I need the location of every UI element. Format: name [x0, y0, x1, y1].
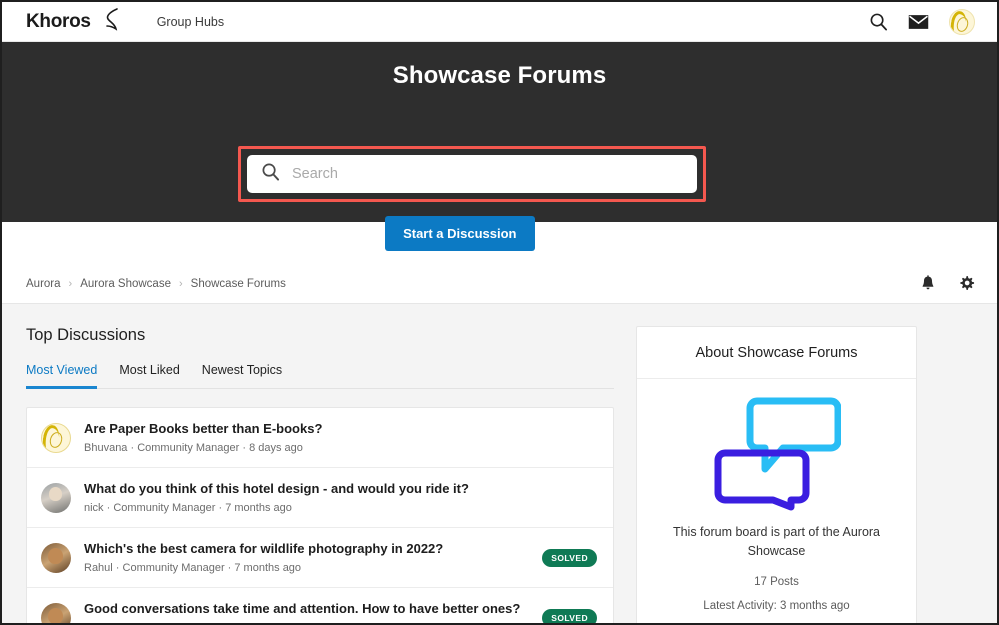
gear-icon[interactable] [958, 275, 975, 292]
discussions-list: Are Paper Books better than E-books? Bhu… [26, 407, 614, 623]
page-root: Khoros Group Hubs Showcase Forums Search… [0, 0, 999, 625]
discussion-body: Are Paper Books better than E-books? Bhu… [84, 421, 597, 454]
avatar [41, 482, 71, 513]
list-item[interactable]: What do you think of this hotel design -… [27, 468, 613, 528]
search-input[interactable]: Search [247, 155, 697, 193]
speech-bubbles-icon [655, 395, 898, 513]
search-icon[interactable] [869, 12, 888, 31]
primary-nav-links: Group Hubs [157, 15, 224, 29]
khoros-swoosh-icon [95, 6, 121, 37]
about-card-description: This forum board is part of the Aurora S… [672, 525, 881, 559]
brand-name: Khoros [26, 10, 91, 32]
discussion-title[interactable]: Are Paper Books better than E-books? [84, 421, 597, 436]
discussion-title[interactable]: What do you think of this hotel design -… [84, 481, 597, 496]
top-navigation-bar: Khoros Group Hubs [2, 2, 997, 42]
discussion-title[interactable]: Good conversations take time and attenti… [84, 601, 529, 616]
breadcrumb-item-showcase-forums[interactable]: Showcase Forums [191, 278, 286, 290]
top-discussions-heading: Top Discussions [26, 326, 146, 344]
bell-icon[interactable] [920, 275, 936, 292]
discussion-body: Which's the best camera for wildlife pho… [84, 541, 529, 574]
discussions-column: Top Discussions Most Viewed Most Liked N… [26, 326, 614, 623]
avatar [41, 602, 71, 623]
tab-most-liked[interactable]: Most Liked [119, 363, 179, 389]
tab-most-viewed[interactable]: Most Viewed [26, 363, 98, 389]
chevron-right-icon: › [68, 277, 73, 290]
avatar [41, 422, 71, 453]
breadcrumb: Aurora › Aurora Showcase › Showcase Foru… [26, 278, 286, 290]
nav-link-group-hubs[interactable]: Group Hubs [157, 15, 224, 29]
top-navigation-actions [869, 8, 975, 35]
discussion-meta: Rahul · Community Manager · 7 months ago [84, 562, 302, 574]
hero-posts-count: 17 Posts [562, 226, 614, 241]
start-discussion-button[interactable]: Start a Discussion [385, 216, 535, 251]
discussion-body: Good conversations take time and attenti… [84, 601, 529, 623]
list-item[interactable]: Good conversations take time and attenti… [27, 588, 613, 623]
list-item[interactable]: Are Paper Books better than E-books? Bhu… [27, 408, 613, 468]
about-card: About Showcase Forums This forum board i… [636, 326, 917, 623]
discussion-title[interactable]: Which's the best camera for wildlife pho… [84, 541, 529, 556]
khoros-logo[interactable]: Khoros [26, 6, 121, 37]
search-icon [261, 162, 280, 186]
status-badge: SOLVED [542, 548, 597, 567]
main-content: Top Discussions Most Viewed Most Liked N… [2, 304, 997, 623]
user-avatar[interactable] [949, 8, 975, 35]
about-column: About Showcase Forums This forum board i… [636, 326, 917, 623]
search-placeholder: Search [292, 166, 338, 182]
discussion-body: What do you think of this hotel design -… [84, 481, 597, 514]
page-title: Showcase Forums [392, 62, 607, 89]
hero-banner: Showcase Forums Search Start a Discussio… [2, 42, 997, 251]
discussion-meta: nick · Community Manager · 7 months ago [84, 502, 292, 514]
envelope-icon[interactable] [908, 14, 929, 30]
about-card-body: This forum board is part of the Aurora S… [637, 379, 916, 623]
chevron-right-icon: › [178, 277, 183, 290]
breadcrumb-actions [920, 275, 975, 292]
discussion-meta: Bhuvana · Community Manager · 8 days ago [84, 442, 303, 454]
about-card-posts-count: 17 Posts [754, 575, 799, 588]
breadcrumb-bar: Aurora › Aurora Showcase › Showcase Foru… [2, 264, 997, 304]
about-card-latest-activity: Latest Activity: 3 months ago [703, 599, 850, 612]
hero-actions: Start a Discussion 17 Posts [2, 216, 997, 251]
search-highlight-annotation: Search [238, 146, 706, 202]
discussion-tabs: Most Viewed Most Liked Newest Topics [26, 363, 614, 389]
breadcrumb-item-aurora-showcase[interactable]: Aurora Showcase [80, 278, 171, 290]
list-item[interactable]: Which's the best camera for wildlife pho… [27, 528, 613, 588]
breadcrumb-item-aurora[interactable]: Aurora [26, 278, 61, 290]
status-badge: SOLVED [542, 608, 597, 623]
about-card-heading: About Showcase Forums [637, 327, 916, 379]
tab-newest-topics[interactable]: Newest Topics [202, 363, 282, 389]
avatar [41, 542, 71, 573]
